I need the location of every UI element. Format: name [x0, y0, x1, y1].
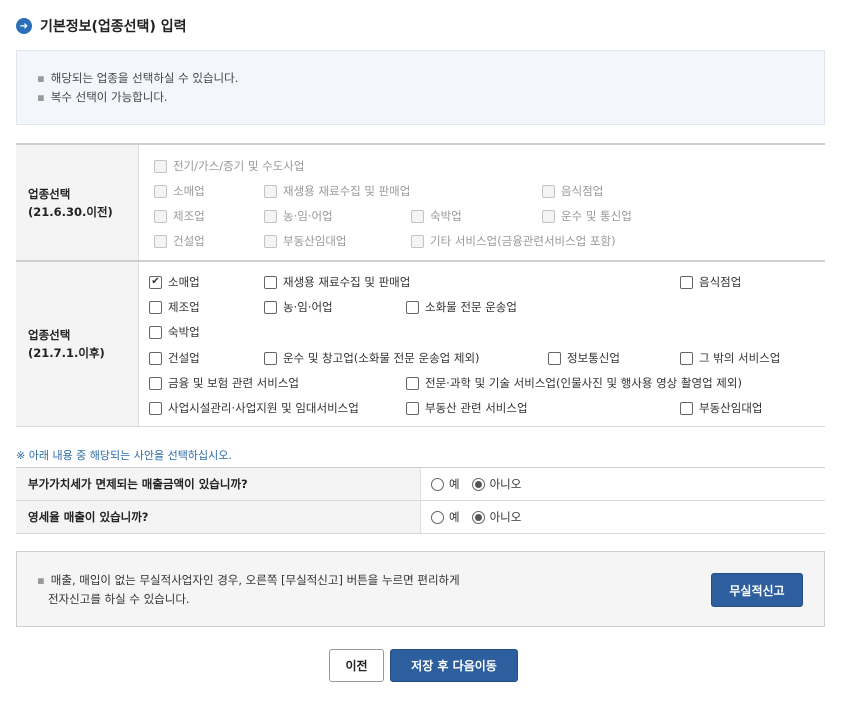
industry-new-option[interactable]: 부동산임대업 [680, 399, 762, 417]
radio-button[interactable] [431, 477, 444, 491]
prev-button[interactable]: 이전 [329, 649, 384, 682]
no-performance-box: ▪ 매출, 매입이 없는 무실적사업자인 경우, 오른쪽 [무실적신고] 버튼을 … [16, 551, 825, 627]
checkbox[interactable] [264, 234, 277, 248]
industry-old-option[interactable]: 운수 및 통신업 [542, 207, 632, 225]
industry-new-option[interactable]: 운수 및 창고업(소화물 전문 운송업 제외) [264, 349, 480, 367]
checkbox[interactable] [149, 300, 162, 314]
industry-new-option[interactable]: 정보통신업 [548, 349, 620, 367]
checkbox[interactable] [680, 275, 693, 289]
industry-old-option[interactable]: 숙박업 [411, 207, 462, 225]
industry-new-option[interactable]: 제조업 [149, 298, 200, 316]
checkbox[interactable] [264, 209, 277, 223]
notice-text: ※ 아래 내용 중 해당되는 사안을 선택하십시오. [16, 449, 232, 462]
checkbox[interactable] [264, 275, 277, 289]
checkbox[interactable] [411, 209, 424, 223]
industry-new-option[interactable]: ✔ 소매업 [149, 273, 200, 291]
info-box: ▪ 해당되는 업종을 선택하실 수 있습니다. ▪ 복수 선택이 가능합니다. [16, 50, 825, 125]
question-label: 영세율 매출이 있습니까? [16, 501, 421, 533]
checkbox[interactable] [406, 300, 419, 314]
checkbox[interactable] [264, 300, 277, 314]
checkbox[interactable] [680, 401, 693, 415]
industry-old-header: 업종선택 (21.6.30.이전) [16, 145, 139, 261]
industry-old-option[interactable]: 소매업 [154, 182, 205, 200]
checkbox[interactable] [406, 376, 419, 390]
radio-yes[interactable]: 예 [431, 509, 460, 525]
industry-old-option[interactable]: 음식점업 [542, 182, 603, 200]
question-table: 부가가치세가 면제되는 매출금액이 있습니까? 예 아니오 영세율 매출이 있습… [16, 467, 825, 534]
checkbox[interactable] [149, 351, 162, 365]
checkbox[interactable] [406, 401, 419, 415]
page-title: ➜ 기본정보(업종선택) 입력 [16, 14, 186, 38]
industry-new-header: 업종선택 (21.7.1.이후) [16, 262, 139, 426]
checkbox-checked[interactable]: ✔ [149, 275, 162, 289]
checkbox[interactable] [154, 209, 167, 223]
industry-table-new: 업종선택 (21.7.1.이후) ✔ 소매업 재생용 재료수집 및 판매업 음식점… [16, 260, 825, 427]
checkbox[interactable] [154, 234, 167, 248]
info-line: ▪ 해당되는 업종을 선택하실 수 있습니다. [37, 71, 239, 85]
checkbox[interactable] [149, 325, 162, 339]
industry-new-options: ✔ 소매업 재생용 재료수집 및 판매업 음식점업 제조업 농·임·어업 소화물 … [139, 262, 825, 426]
question-row: 영세율 매출이 있습니까? 예 아니오 [16, 501, 825, 534]
industry-table-old: 업종선택 (21.6.30.이전) 전기/가스/증기 및 수도사업 소매업 재생… [16, 143, 825, 262]
question-options: 예 아니오 [421, 468, 825, 500]
checkbox[interactable] [154, 159, 167, 173]
industry-new-option[interactable]: 부동산 관련 서비스업 [406, 399, 528, 417]
checkbox[interactable] [149, 376, 162, 390]
checkbox[interactable] [264, 351, 277, 365]
question-label: 부가가치세가 면제되는 매출금액이 있습니까? [16, 468, 421, 500]
no-performance-text: ▪ 매출, 매입이 없는 무실적사업자인 경우, 오른쪽 [무실적신고] 버튼을 … [37, 573, 460, 606]
checkbox[interactable] [264, 184, 277, 198]
industry-new-option[interactable]: 음식점업 [680, 273, 741, 291]
question-options: 예 아니오 [421, 501, 825, 533]
industry-old-options: 전기/가스/증기 및 수도사업 소매업 재생용 재료수집 및 판매업 음식점업 … [139, 145, 825, 261]
industry-old-option[interactable]: 부동산임대업 [264, 232, 346, 250]
radio-no[interactable]: 아니오 [471, 476, 521, 492]
industry-new-option[interactable]: 그 밖의 서비스업 [680, 349, 780, 367]
industry-new-option[interactable]: 재생용 재료수집 및 판매업 [264, 273, 410, 291]
industry-new-option[interactable]: 전문·과학 및 기술 서비스업(인물사진 및 행사용 영상 촬영업 제외) [406, 374, 742, 392]
checkbox[interactable] [542, 184, 555, 198]
checkbox[interactable] [548, 351, 561, 365]
industry-old-option[interactable]: 재생용 재료수집 및 판매업 [264, 182, 410, 200]
radio-button-selected[interactable] [471, 477, 485, 491]
industry-new-option[interactable]: 숙박업 [149, 323, 200, 341]
radio-yes[interactable]: 예 [431, 476, 460, 492]
radio-button-selected[interactable] [471, 510, 485, 524]
question-row: 부가가치세가 면제되는 매출금액이 있습니까? 예 아니오 [16, 468, 825, 501]
checkbox[interactable] [680, 351, 693, 365]
no-performance-report-button[interactable]: 무실적신고 [711, 573, 803, 607]
checkbox[interactable] [411, 234, 424, 248]
industry-old-option[interactable]: 제조업 [154, 207, 205, 225]
industry-old-option[interactable]: 기타 서비스업(금융관련서비스업 포함) [411, 232, 616, 250]
industry-new-option[interactable]: 사업시설관리·사업지원 및 임대서비스업 [149, 399, 359, 417]
industry-old-option[interactable]: 농·임·어업 [264, 207, 333, 225]
info-line: ▪ 복수 선택이 가능합니다. [37, 90, 168, 104]
industry-old-option[interactable]: 전기/가스/증기 및 수도사업 [154, 157, 304, 175]
radio-button[interactable] [431, 510, 444, 524]
radio-no[interactable]: 아니오 [471, 509, 521, 525]
save-next-button[interactable]: 저장 후 다음이동 [390, 649, 518, 682]
checkbox[interactable] [154, 184, 167, 198]
industry-new-option[interactable]: 소화물 전문 운송업 [406, 298, 517, 316]
checkbox[interactable] [542, 209, 555, 223]
industry-new-option[interactable]: 금융 및 보험 관련 서비스업 [149, 374, 299, 392]
page-title-text: 기본정보(업종선택) 입력 [40, 19, 187, 35]
checkbox[interactable] [149, 401, 162, 415]
industry-old-option[interactable]: 건설업 [154, 232, 205, 250]
industry-new-option[interactable]: 건설업 [149, 349, 200, 367]
industry-new-option[interactable]: 농·임·어업 [264, 298, 333, 316]
arrow-right-circle-icon: ➜ [16, 18, 32, 34]
